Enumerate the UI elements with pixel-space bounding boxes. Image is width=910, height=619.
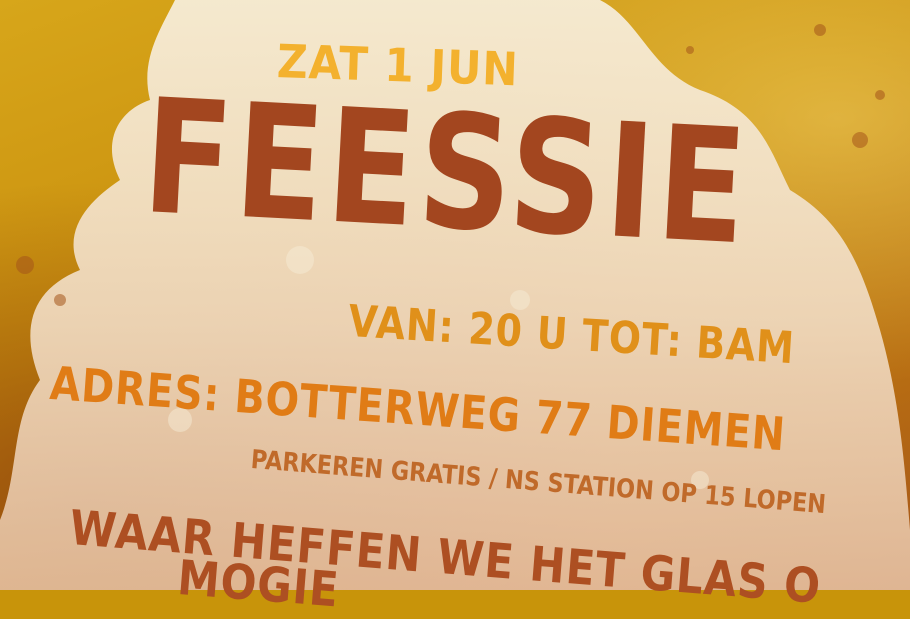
question-line-2: MOGIE bbox=[175, 550, 342, 619]
event-title: FEESSIE bbox=[139, 65, 754, 281]
